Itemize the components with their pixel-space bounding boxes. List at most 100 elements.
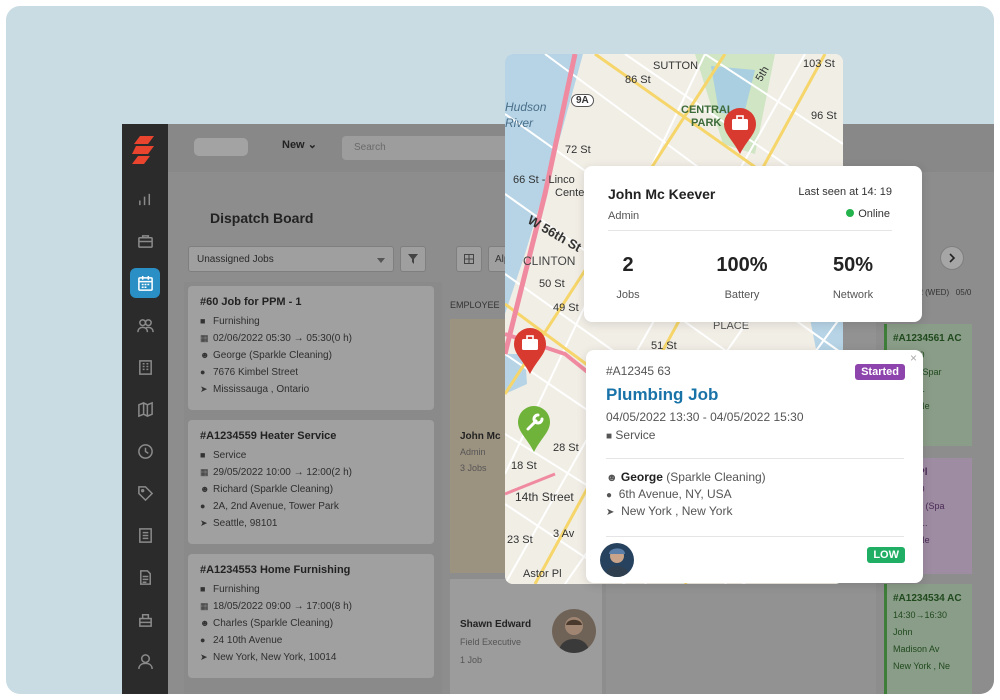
briefcase-icon[interactable]: [130, 226, 160, 256]
employee-card-role: Admin: [608, 210, 640, 222]
calendar-icon[interactable]: [130, 268, 160, 298]
route-badge: 9A: [571, 94, 594, 107]
divider: [606, 458, 904, 459]
job-card-city: ➤ New York, New York, 10014: [200, 649, 422, 666]
job-card[interactable]: #60 Job for PPM - 1 ■ Furnishing ▦ 02/06/2…: [188, 286, 434, 410]
status-badge: Started: [855, 364, 905, 380]
job-type: ■ Service: [606, 428, 656, 442]
clock-icon[interactable]: [130, 436, 160, 466]
park-label: PARK: [691, 117, 722, 129]
job-card-assignee: ☻ George (Sparkle Cleaning): [200, 347, 422, 364]
scheduled-job-card[interactable]: #A1234534 AC 14:30→16:30 John Madison Av…: [884, 584, 972, 694]
map-street-label: 3 Av: [553, 528, 575, 540]
job-filter-select[interactable]: Unassigned Jobs: [188, 246, 394, 272]
map-street-label: 66 St - Linco: [513, 174, 575, 186]
online-status: Online: [846, 208, 890, 220]
job-card-type: ■ Furnishing: [200, 581, 422, 598]
job-card-type: ■ Furnishing: [200, 313, 422, 330]
job-time-range: 04/05/2022 13:30 - 04/05/2022 15:30: [606, 410, 804, 424]
job-title-link[interactable]: Plumbing Job: [606, 385, 718, 405]
employee-row[interactable]: Shawn Edward Field Executive 1 Job: [450, 579, 602, 694]
chart-icon[interactable]: [130, 184, 160, 214]
navigate-icon: ➤: [606, 507, 615, 518]
map-water-label: River: [505, 116, 534, 130]
map-street-label: 14th Street: [515, 490, 574, 504]
job-briefcase-pin-icon[interactable]: [513, 328, 547, 374]
job-detail-popup: × #A12345 63 Started Plumbing Job 04/05/…: [586, 350, 923, 583]
building-icon[interactable]: [130, 352, 160, 382]
funnel-icon: [408, 254, 418, 264]
map-street-label: 28 St: [553, 442, 579, 454]
sidebar: [122, 124, 168, 694]
users-icon[interactable]: [130, 310, 160, 340]
employee-job-count: 1 Job: [460, 655, 483, 665]
chevron-down-icon: ⌄: [307, 139, 317, 151]
stat-label: Jobs: [616, 289, 640, 301]
next-day-button[interactable]: [940, 246, 964, 270]
scheduled-job-id: #A1234561 AC: [893, 333, 962, 344]
stat-battery: 100% Battery: [697, 254, 787, 301]
pin-icon: ●: [606, 490, 613, 501]
employee-job-count: 3 Jobs: [460, 463, 487, 473]
scheduled-job-address: Madison Av: [893, 644, 940, 654]
users-icon: ☻: [200, 484, 210, 494]
job-card-assignee: ☻ Charles (Sparkle Cleaning): [200, 615, 422, 632]
pin-icon: ●: [200, 367, 206, 377]
employee-role: Field Executive: [460, 637, 522, 647]
users-icon: ☻: [200, 618, 210, 628]
briefcase-icon: ■: [200, 450, 206, 460]
job-address: ● 6th Avenue, NY, USA: [606, 487, 732, 501]
new-button[interactable]: New ⌄: [282, 138, 317, 151]
navigate-icon: ➤: [200, 518, 208, 528]
map-street-label: 23 St: [507, 534, 533, 546]
grid-view-button[interactable]: [456, 246, 482, 272]
pin-icon: ●: [200, 501, 206, 511]
stat-jobs: 2 Jobs: [583, 254, 673, 301]
filter-button[interactable]: [400, 246, 426, 272]
map-street-label: 18 St: [511, 460, 537, 472]
job-card-time: ▦ 29/05/2022 10:00 → 12:00(2 h): [200, 464, 422, 481]
job-card-time: ▦ 02/06/2022 05:30 → 05:30(0 h): [200, 330, 422, 347]
stat-network: 50% Network: [808, 254, 898, 301]
map-street-label: 86 St: [625, 74, 651, 86]
divider: [606, 536, 904, 537]
map-icon[interactable]: [130, 394, 160, 424]
filter-select-value: Unassigned Jobs: [197, 254, 274, 265]
tag-icon[interactable]: [130, 478, 160, 508]
scheduled-job-id: #A1234534 AC: [893, 593, 962, 604]
map-street-label: 72 St: [565, 144, 591, 156]
employee-name: John Mc: [460, 431, 501, 442]
job-card-type: ■ Service: [200, 447, 422, 464]
online-dot-icon: [846, 209, 855, 217]
pin-icon: ●: [200, 635, 206, 645]
document-icon[interactable]: [130, 562, 160, 592]
map-street-label: Astor Pl: [523, 568, 562, 580]
calendar-icon: ▦: [200, 467, 209, 477]
job-card-city: ➤ Mississauga , Ontario: [200, 381, 422, 398]
profile-icon[interactable]: [130, 646, 160, 676]
stat-value: 50%: [832, 254, 874, 276]
scheduled-job-city: New York , Ne: [893, 661, 951, 671]
close-icon[interactable]: ×: [910, 351, 917, 365]
calendar-icon: ▦: [200, 333, 209, 343]
date-column-header: 22 (WED) 05/0: [914, 288, 972, 297]
job-card-assignee: ☻ Richard (Sparkle Cleaning): [200, 481, 422, 498]
ledger-icon[interactable]: [130, 520, 160, 550]
caret-down-icon: [377, 258, 385, 263]
stat-label: Network: [832, 289, 874, 301]
inventory-icon[interactable]: [130, 604, 160, 634]
map-water-label: Hudson: [505, 100, 547, 114]
job-card-city: ➤ Seattle, 98101: [200, 515, 422, 532]
brand-logo-icon: [132, 136, 154, 164]
employee-card-name: John Mc Keever: [608, 186, 716, 202]
job-card[interactable]: #A1234559 Heater Service ■ Service ▦ 29/05…: [188, 420, 434, 544]
job-card[interactable]: #A1234553 Home Furnishing ■ Furnishing ▦ 1…: [188, 554, 434, 678]
avatar: [600, 543, 634, 577]
search-input[interactable]: Search: [342, 136, 532, 160]
priority-badge: LOW: [867, 547, 905, 563]
job-briefcase-pin-icon[interactable]: [723, 108, 757, 154]
wrench-pin-icon[interactable]: [517, 406, 551, 452]
navigate-icon: ➤: [200, 384, 208, 394]
workspace-pill[interactable]: [194, 138, 248, 156]
calendar-icon: ▦: [200, 601, 209, 611]
